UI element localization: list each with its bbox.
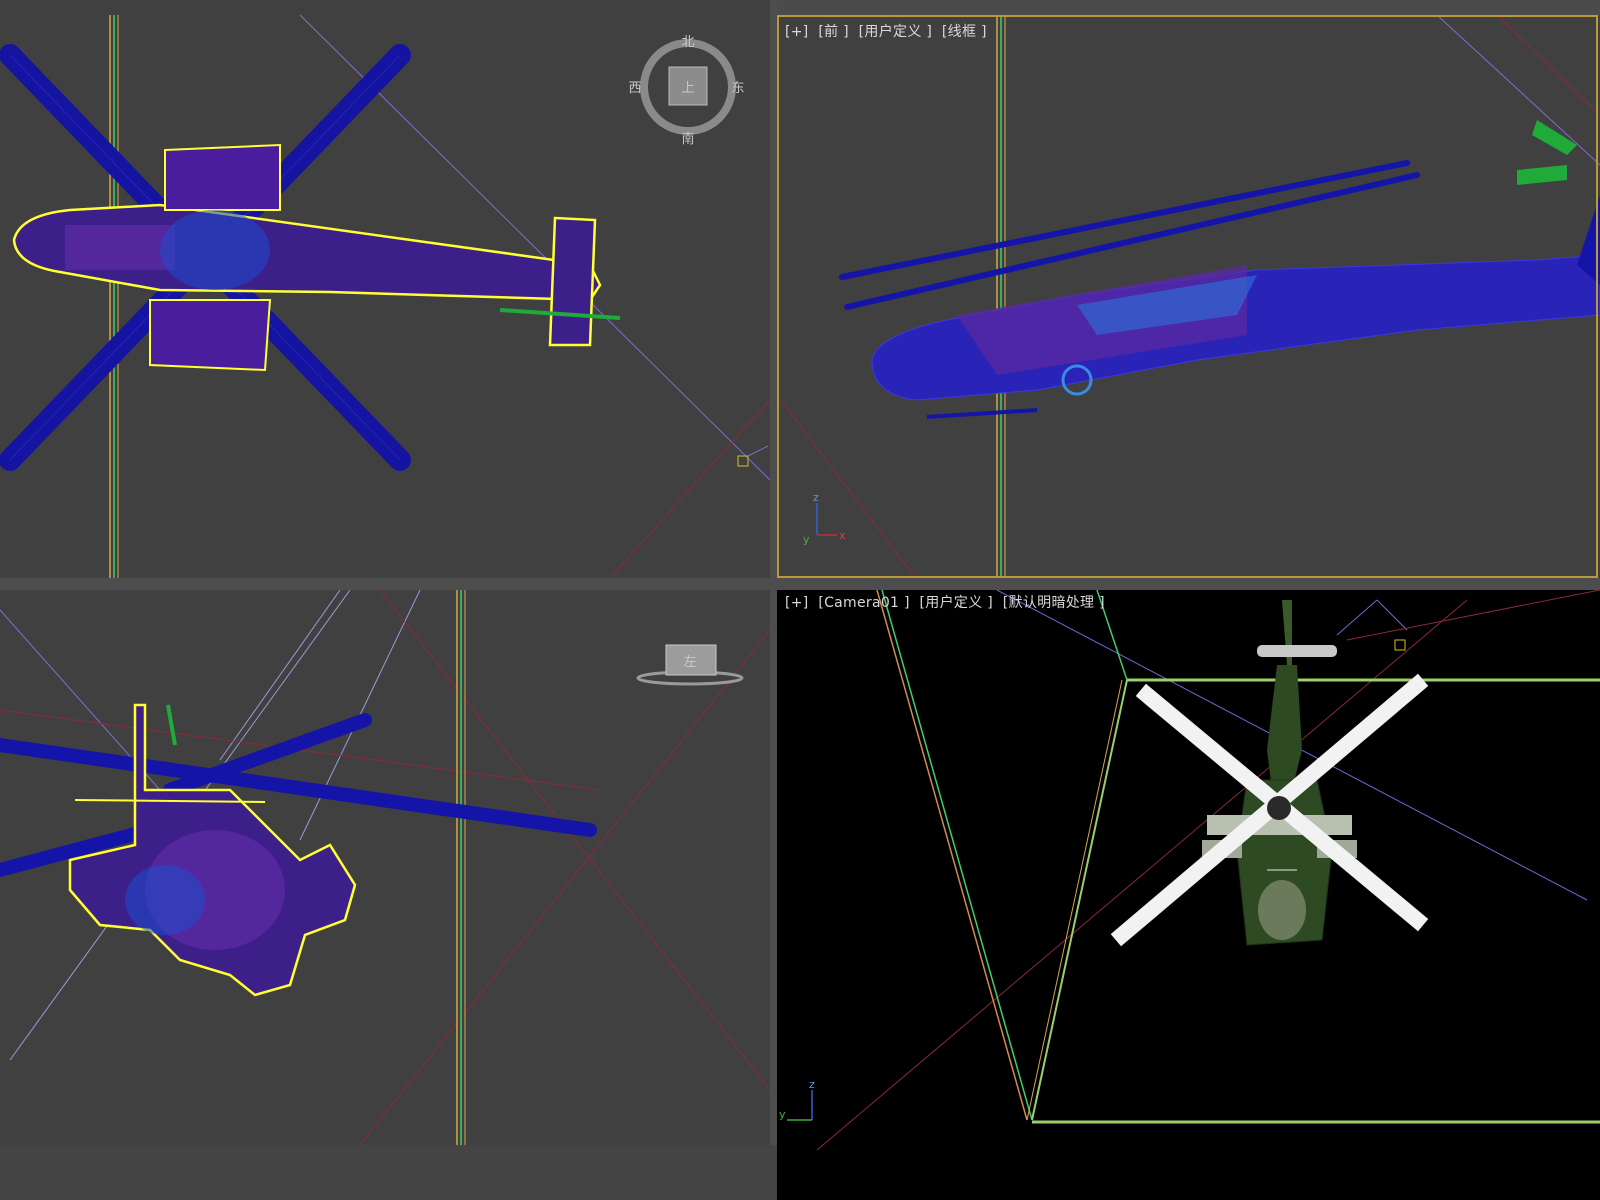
rotor-blades-left	[0, 713, 597, 877]
viewport-shading-preset-menu[interactable]: [用户定义 ]	[920, 595, 993, 611]
svg-text:x: x	[839, 529, 846, 542]
viewcube-left[interactable]: 左	[630, 635, 750, 695]
svg-text:z: z	[809, 1078, 815, 1091]
camera-viewport-menu: [+] [Camera01 ] [用户定义 ] [默认明暗处理 ]	[785, 592, 1110, 612]
viewcube-face-label: 左	[683, 655, 696, 670]
viewport-divider-horizontal[interactable]	[0, 578, 1600, 590]
viewport-camera-menu[interactable]: [Camera01 ]	[818, 595, 909, 611]
viewport-plus-menu[interactable]: [+]	[785, 24, 809, 40]
compass-north: 北	[681, 35, 694, 50]
top-viewport[interactable]: 上 北 南 东 西	[0, 0, 770, 578]
viewport-divider-vertical[interactable]	[770, 0, 777, 1200]
svg-text:y: y	[779, 1108, 786, 1121]
svg-text:z: z	[813, 491, 819, 504]
viewcube-compass[interactable]: 上 北 南 东 西	[625, 35, 745, 150]
left-viewport[interactable]: 左	[0, 590, 770, 1145]
helicopter-shaded[interactable]	[1202, 600, 1357, 946]
helicopter-left-wireframe[interactable]	[68, 703, 357, 997]
bottom-strip	[0, 1145, 777, 1200]
viewport-shading-preset-menu[interactable]: [用户定义 ]	[859, 24, 932, 40]
axis-tripod-camera: z y	[779, 1078, 815, 1121]
axis-tripod-front: z x y	[803, 491, 846, 546]
front-viewport[interactable]: z x y [+] [前 ] [用户定义 ] [线框 ]	[777, 15, 1600, 580]
helicopter-top-wireframe[interactable]	[12, 143, 602, 372]
viewport-display-mode-menu[interactable]: [线框 ]	[942, 24, 987, 40]
viewport-display-mode-menu[interactable]: [默认明暗处理 ]	[1003, 595, 1105, 611]
camera-viewport[interactable]: z y [+] [Camera01 ] [用户定义 ] [默认明暗处理 ]	[777, 590, 1600, 1200]
compass-south: 南	[681, 131, 694, 147]
tail-rotor-left	[166, 704, 177, 746]
viewport-layout: 上 北 南 东 西 z x y [+] [前] [用户定义] [线框] 左…	[0, 0, 1600, 1200]
svg-text:y: y	[803, 533, 810, 546]
viewport-plus-menu[interactable]: [+]	[785, 595, 809, 611]
front-viewport-menu: [+] [前 ] [用户定义 ] [线框 ]	[785, 21, 992, 41]
helicopter-front-wireframe[interactable]	[871, 195, 1600, 419]
compass-east: 东	[731, 81, 744, 96]
front-viewport-canvas[interactable]: z x y	[777, 15, 1600, 580]
viewport-pov-menu[interactable]: [前 ]	[818, 24, 849, 40]
compass-west: 西	[628, 81, 641, 96]
viewcube-face-label: 上	[681, 81, 694, 96]
camera-viewport-canvas[interactable]: z y	[777, 590, 1600, 1200]
